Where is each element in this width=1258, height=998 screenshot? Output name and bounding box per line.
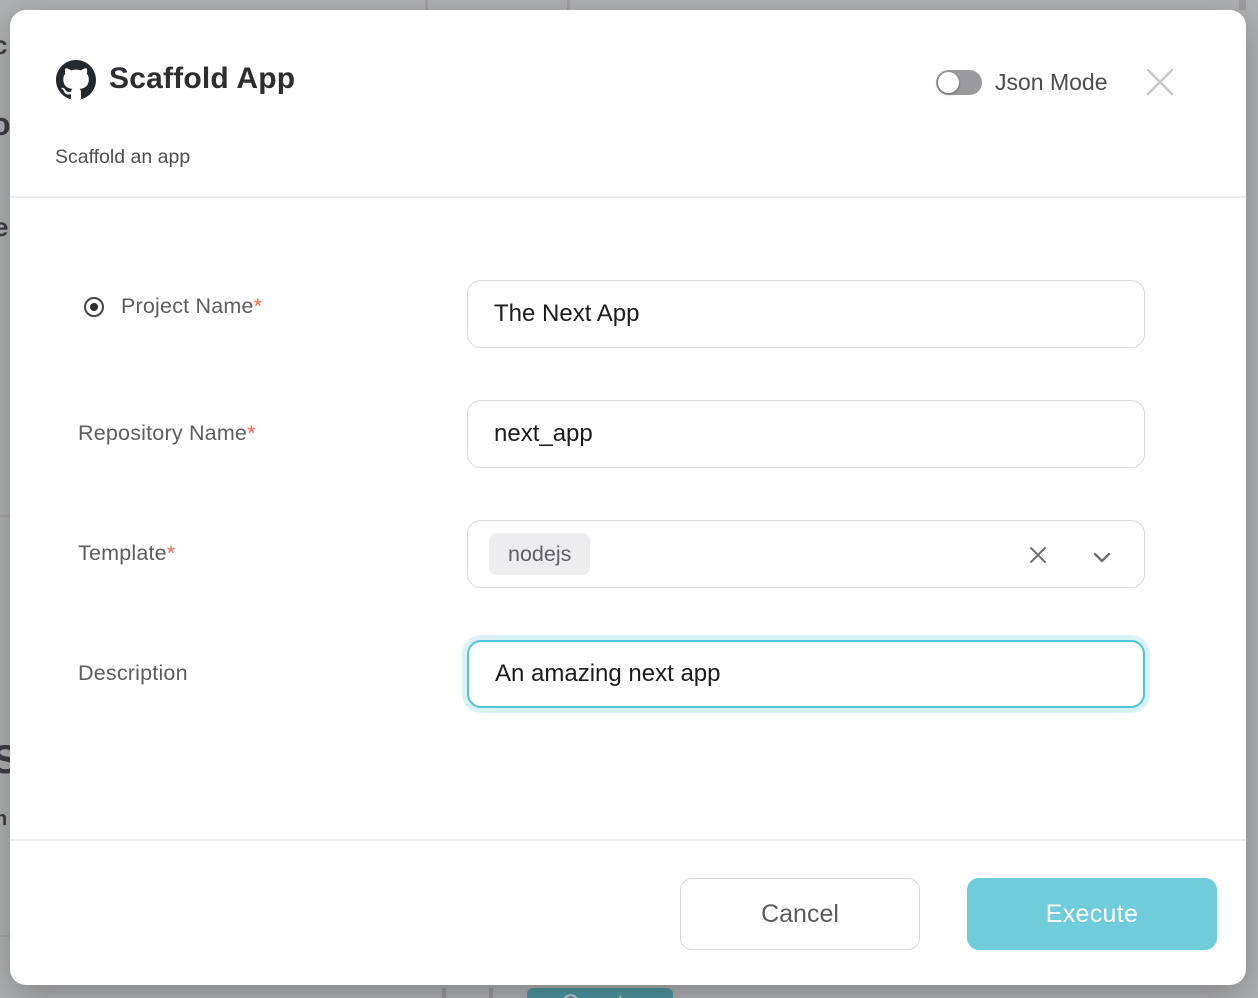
backdrop-divider xyxy=(0,515,10,517)
template-select[interactable]: nodejs xyxy=(467,520,1145,588)
backdrop-text-fragment: n xyxy=(0,808,7,831)
dialog-title: Scaffold App xyxy=(109,62,295,96)
required-asterisk: * xyxy=(247,421,256,445)
cancel-button[interactable]: Cancel xyxy=(680,878,920,950)
radio-selected-icon[interactable] xyxy=(84,297,104,317)
project-name-label: Project Name* xyxy=(121,294,262,319)
header-divider xyxy=(10,196,1246,198)
footer-divider xyxy=(10,839,1246,841)
required-asterisk: * xyxy=(254,294,263,318)
backdrop-table-border xyxy=(425,0,428,10)
project-name-label-group: Project Name* xyxy=(84,294,262,319)
description-input[interactable] xyxy=(467,640,1145,708)
clear-selection-icon[interactable] xyxy=(1024,541,1052,569)
radio-dot xyxy=(90,303,98,311)
page-backdrop: { "backdrop": { "create_button_label": "… xyxy=(0,0,1258,998)
backdrop-text-fragment: c xyxy=(0,30,7,61)
execute-button[interactable]: Execute xyxy=(967,878,1217,950)
scaffold-app-dialog: Scaffold App Json Mode Scaffold an app P… xyxy=(10,10,1246,985)
chevron-down-icon[interactable] xyxy=(1088,543,1116,571)
repository-name-input[interactable] xyxy=(467,400,1145,468)
json-mode-toggle-knob xyxy=(938,72,959,93)
backdrop-table-border xyxy=(567,0,570,10)
backdrop-text-fragment: e xyxy=(0,212,8,243)
json-mode-label: Json Mode xyxy=(995,69,1108,96)
background-create-button: Create xyxy=(527,988,673,998)
backdrop-table-border xyxy=(442,988,446,998)
json-mode-toggle[interactable] xyxy=(936,70,982,95)
required-asterisk: * xyxy=(167,541,176,565)
project-name-input[interactable] xyxy=(467,280,1145,348)
background-create-button-label: Create xyxy=(561,990,639,998)
backdrop-table-border xyxy=(489,988,493,998)
backdrop-scrollbar xyxy=(1239,0,1246,10)
description-label: Description xyxy=(78,661,188,686)
dialog-subtitle: Scaffold an app xyxy=(55,146,190,169)
repository-name-label: Repository Name* xyxy=(78,421,256,446)
close-icon[interactable] xyxy=(1143,65,1177,99)
github-icon xyxy=(56,60,96,100)
backdrop-divider xyxy=(0,935,10,937)
backdrop-text-fragment: o xyxy=(0,106,11,143)
template-selected-tag[interactable]: nodejs xyxy=(489,533,590,575)
template-label: Template* xyxy=(78,541,175,566)
